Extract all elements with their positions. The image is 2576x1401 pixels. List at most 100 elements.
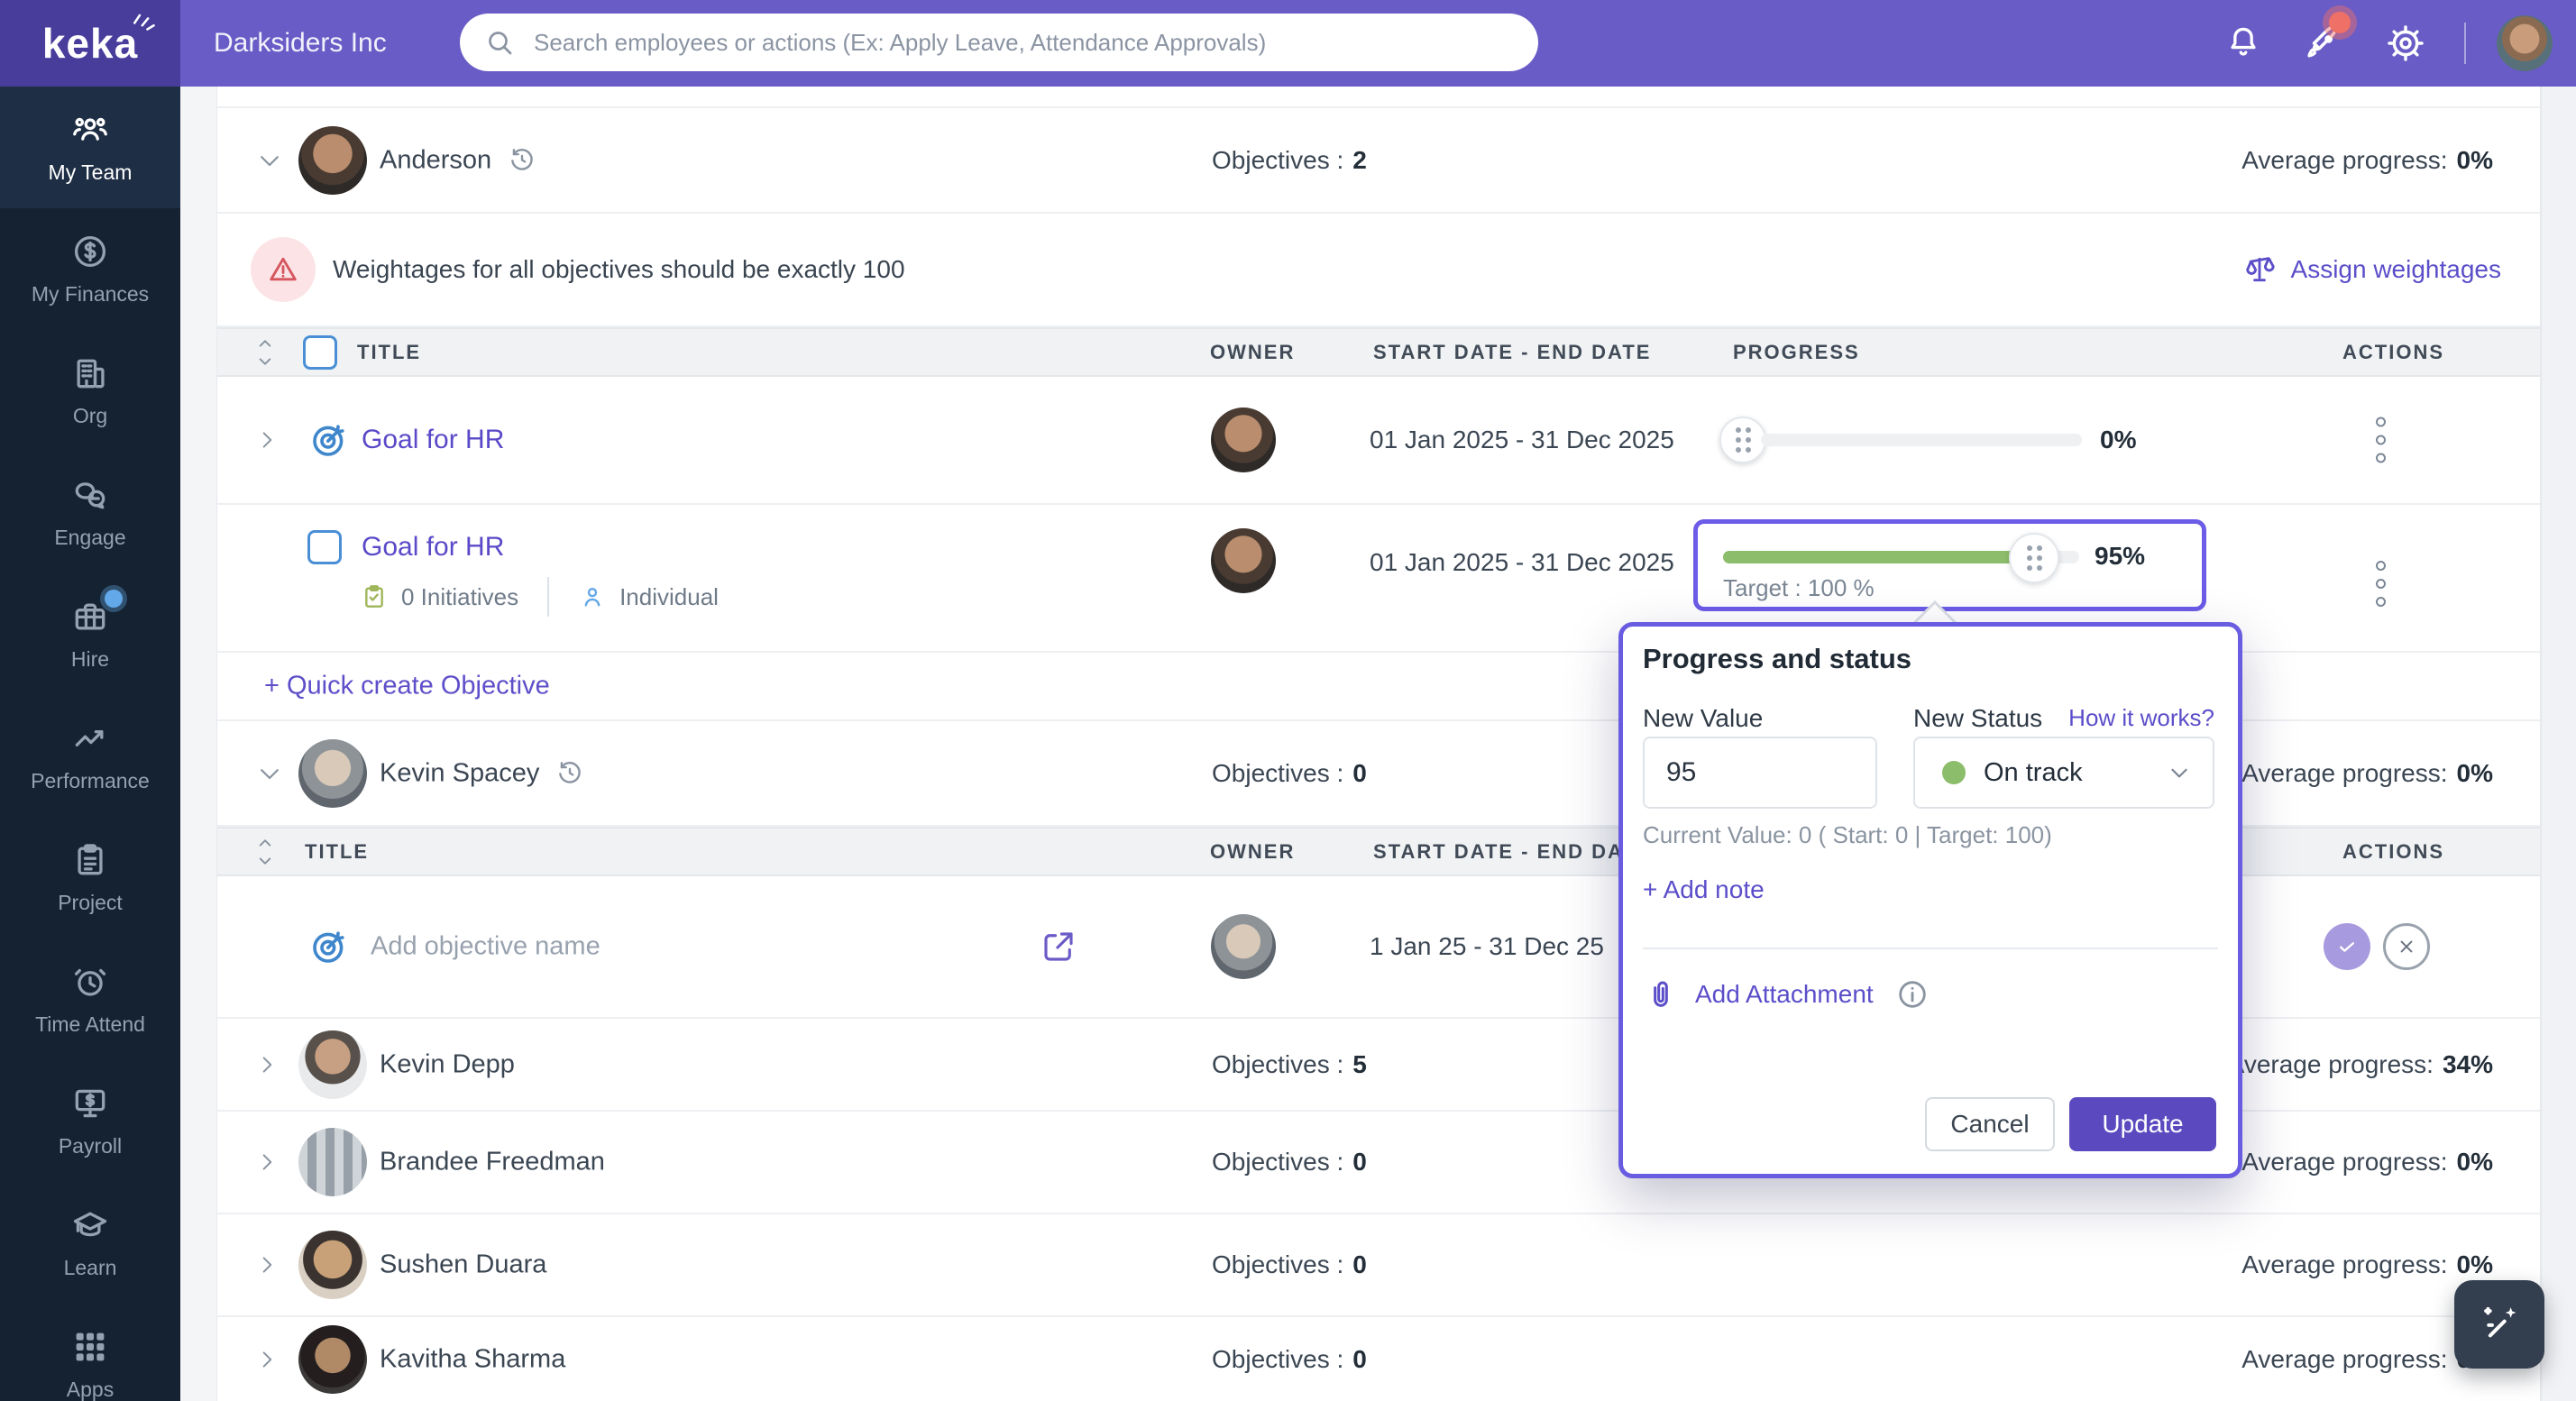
history-icon[interactable] [508, 146, 536, 175]
team-row-anderson[interactable]: Anderson Objectives : 2 Average progress:… [217, 108, 2540, 214]
sidebar-item-project[interactable]: Project [0, 817, 180, 939]
sort-icon[interactable] [253, 836, 277, 868]
row-sliver [217, 87, 2540, 108]
expand-chevron-right-icon[interactable] [256, 1053, 280, 1076]
member-name: Brandee Freedman [380, 1147, 605, 1177]
team-row-sushen-duara[interactable]: Sushen Duara Objectives : 0 Average progr… [217, 1214, 2540, 1317]
sidebar-item-my-team[interactable]: My Team [0, 87, 180, 208]
avg-progress-label: Average progress: [2241, 758, 2448, 787]
team-row-kavitha-sharma[interactable]: Kavitha Sharma Objectives : 0 Average pro… [217, 1317, 2540, 1401]
objective-name-input[interactable] [369, 930, 877, 963]
avg-progress-value: 0% [2456, 145, 2493, 174]
search-icon [483, 26, 516, 59]
progress-bar-track[interactable] [1761, 434, 2082, 446]
progress-status-popup: Progress and status New Value New Status… [1618, 622, 2242, 1178]
objective-type: Individual [619, 582, 719, 610]
whats-new-rocket-icon[interactable] [2284, 12, 2365, 64]
sort-icon[interactable] [253, 336, 277, 369]
row-checkbox[interactable] [307, 530, 342, 564]
sidebar-item-time-attend[interactable]: Time Attend [0, 939, 180, 1060]
top-bar: keka Darksiders Inc [0, 0, 2576, 87]
progress-percent: 0% [2100, 426, 2137, 453]
chevron-down-icon [2166, 759, 2193, 786]
update-button[interactable]: Update [2069, 1097, 2216, 1151]
objectives-count: 0 [1352, 1250, 1367, 1278]
confirm-check-button[interactable] [2324, 923, 2370, 970]
user-avatar[interactable] [2497, 15, 2553, 71]
sidebar-item-payroll[interactable]: Payroll [0, 1060, 180, 1182]
objective-dates: 1 Jan 25 - 31 Dec 25 [1370, 932, 1604, 960]
select-all-checkbox[interactable] [303, 334, 337, 370]
sidebar-item-hire[interactable]: Hire [0, 573, 180, 695]
expand-chevron-right-icon[interactable] [256, 1253, 280, 1277]
row-actions-kebab-icon[interactable] [2376, 561, 2386, 607]
avatar [298, 738, 367, 808]
settings-gear-icon[interactable] [2365, 23, 2446, 64]
new-value-label: New Value [1643, 704, 1764, 732]
magic-wand-icon [2484, 1306, 2516, 1338]
avg-progress-label: Average progress: [2241, 1250, 2448, 1278]
popup-title: Progress and status [1643, 643, 1912, 674]
sidebar-item-performance[interactable]: Performance [0, 695, 180, 817]
add-note-link[interactable]: + Add note [1643, 875, 1765, 904]
magic-wand-button[interactable] [2454, 1280, 2544, 1369]
sidebar-item-my-finances[interactable]: My Finances [0, 208, 180, 330]
objectives-label: Objectives : [1212, 1344, 1344, 1373]
new-value-input[interactable] [1643, 737, 1877, 809]
initiatives-count: 0 Initiatives [401, 582, 519, 610]
add-attachment-link[interactable]: Add Attachment [1695, 980, 1874, 1009]
objectives-label: Objectives : [1212, 1049, 1344, 1078]
avg-progress-value: 0% [2456, 1250, 2493, 1278]
how-it-works-link[interactable]: How it works? [2068, 704, 2214, 732]
status-select[interactable]: On track [1913, 737, 2214, 809]
expand-chevron-right-icon[interactable] [256, 428, 280, 452]
keka-logo[interactable]: keka [0, 0, 180, 87]
objectives-label: Objectives : [1212, 758, 1344, 787]
search-input[interactable] [532, 27, 1538, 58]
paperclip-icon [1643, 976, 1679, 1012]
objectives-label: Objectives : [1212, 145, 1344, 174]
brand-text: keka [41, 20, 139, 67]
scale-icon [2245, 257, 2275, 282]
column-title: TITLE [305, 839, 370, 863]
objective-title-link[interactable]: Goal for HR [362, 532, 504, 563]
notification-dot [2329, 12, 2351, 33]
avg-progress-label: Average progress: [2241, 1344, 2448, 1373]
objective-title-link[interactable]: Goal for HR [362, 425, 504, 455]
owner-avatar [1211, 528, 1276, 593]
avg-progress-label: Average progress: [2241, 1148, 2448, 1176]
progress-drag-handle[interactable] [2009, 533, 2059, 583]
sidebar-item-learn[interactable]: Learn [0, 1182, 180, 1304]
notifications-bell-icon[interactable] [2203, 23, 2284, 63]
owner-avatar [1211, 914, 1276, 979]
avg-progress-value: 0% [2456, 1148, 2493, 1176]
collapse-chevron-down-icon[interactable] [256, 760, 283, 787]
sidebar-item-org[interactable]: Org [0, 330, 180, 452]
global-search[interactable] [460, 14, 1538, 71]
row-actions-kebab-icon[interactable] [2376, 417, 2386, 463]
expand-chevron-right-icon[interactable] [256, 1348, 280, 1371]
project-clipboard-icon [70, 840, 110, 880]
sidebar-nav: My Team My Finances Org Engage Hire Perf… [0, 87, 180, 1401]
cancel-button[interactable]: Cancel [1925, 1097, 2055, 1151]
assign-weightages-link[interactable]: Assign weightages [2242, 252, 2501, 287]
collapse-chevron-down-icon[interactable] [256, 147, 283, 174]
expand-chevron-right-icon[interactable] [256, 1150, 280, 1174]
sidebar-item-engage[interactable]: Engage [0, 452, 180, 573]
progress-drag-handle[interactable] [1719, 417, 1766, 463]
member-name: Sushen Duara [380, 1250, 547, 1279]
engage-chat-icon [70, 475, 110, 515]
selected-progress-cell[interactable]: 95% Target : 100 % [1693, 519, 2206, 611]
scrollbar-track[interactable] [2541, 87, 2576, 1401]
objectives-count: 2 [1352, 145, 1367, 174]
new-status-label: New Status [1913, 704, 2043, 732]
external-link-icon[interactable] [1040, 928, 1077, 966]
column-title: TITLE [357, 340, 422, 363]
quick-create-objective-link[interactable]: + Quick create Objective [264, 672, 550, 701]
logo-spark-icon [131, 6, 161, 37]
history-icon[interactable] [555, 759, 584, 788]
info-icon[interactable] [1895, 977, 1930, 1012]
keka-app: keka Darksiders Inc Search employees or … [0, 0, 2576, 1401]
cancel-x-button[interactable] [2383, 923, 2430, 970]
sidebar-item-apps[interactable]: Apps [0, 1304, 180, 1401]
